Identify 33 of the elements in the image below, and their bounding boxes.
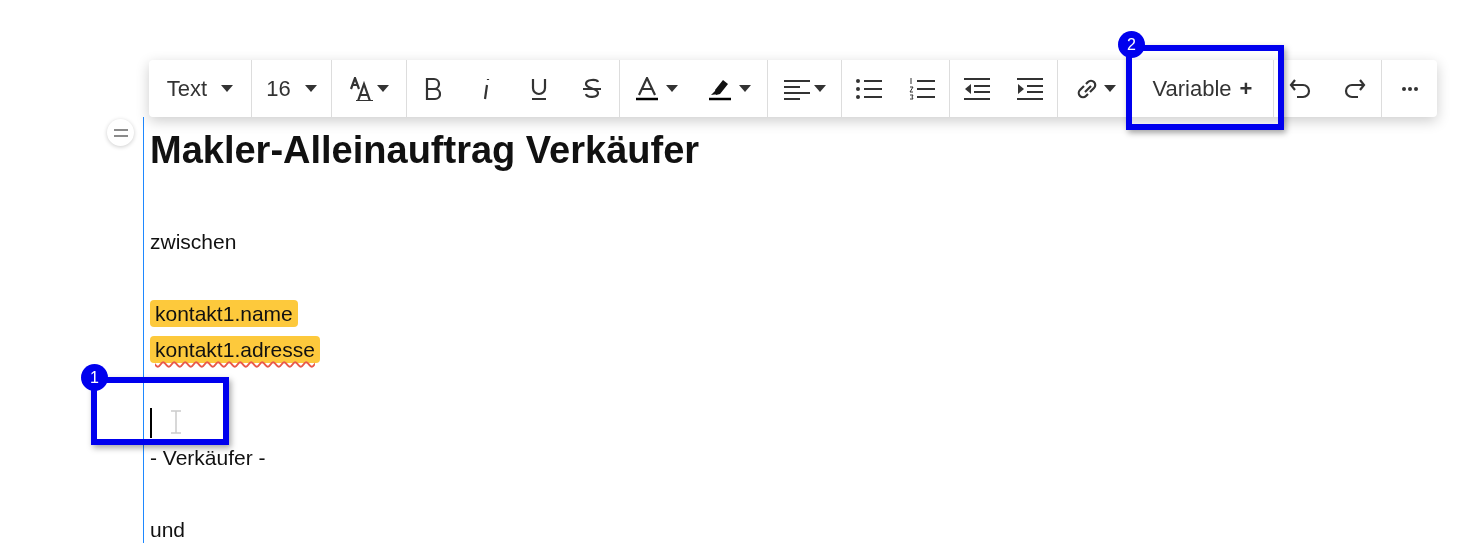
outdent-icon bbox=[963, 76, 990, 101]
strikethrough-icon bbox=[582, 76, 603, 101]
bold-icon bbox=[425, 76, 442, 101]
indent-icon bbox=[1017, 76, 1044, 101]
caret-icon bbox=[1103, 85, 1116, 92]
paragraph-text: - Verkäufer - bbox=[150, 446, 266, 469]
paragraph-text: zwischen bbox=[150, 230, 237, 253]
drag-handle[interactable] bbox=[107, 119, 134, 146]
variable-button[interactable]: Variable + bbox=[1132, 60, 1273, 117]
caret-icon bbox=[377, 85, 389, 92]
variable-chip[interactable]: kontakt1.adresse bbox=[150, 336, 320, 363]
caret-icon bbox=[221, 85, 234, 92]
ibeam-cursor-icon bbox=[169, 409, 183, 434]
editor-area[interactable]: Makler-Alleinauftrag Verkäufer zwischen kontakt1.name kontakt1.adresse - Verkäufer - und bbox=[143, 117, 1459, 543]
callout-number: 2 bbox=[1118, 31, 1145, 58]
variable-chip[interactable]: kontakt1.name bbox=[150, 300, 298, 327]
bulleted-list-icon bbox=[855, 76, 882, 101]
caret-icon bbox=[813, 85, 826, 92]
caret-icon bbox=[304, 85, 317, 92]
underline-icon bbox=[529, 76, 548, 101]
callout-number: 1 bbox=[81, 364, 108, 391]
caret-icon bbox=[665, 85, 678, 92]
more-icon bbox=[1401, 86, 1418, 91]
block-type-dropdown[interactable]: Text bbox=[149, 60, 251, 117]
font-size-icon bbox=[349, 76, 375, 101]
caret-icon bbox=[739, 85, 752, 92]
font-size-dropdown[interactable]: 16 bbox=[252, 60, 331, 117]
text-color-icon bbox=[635, 76, 658, 101]
text-cursor bbox=[150, 408, 152, 439]
paragraph-text: und bbox=[150, 518, 186, 541]
italic-icon bbox=[481, 76, 492, 101]
numbered-list-icon bbox=[909, 76, 936, 101]
document-heading: Makler-Alleinauftrag Verkäufer bbox=[150, 131, 701, 169]
